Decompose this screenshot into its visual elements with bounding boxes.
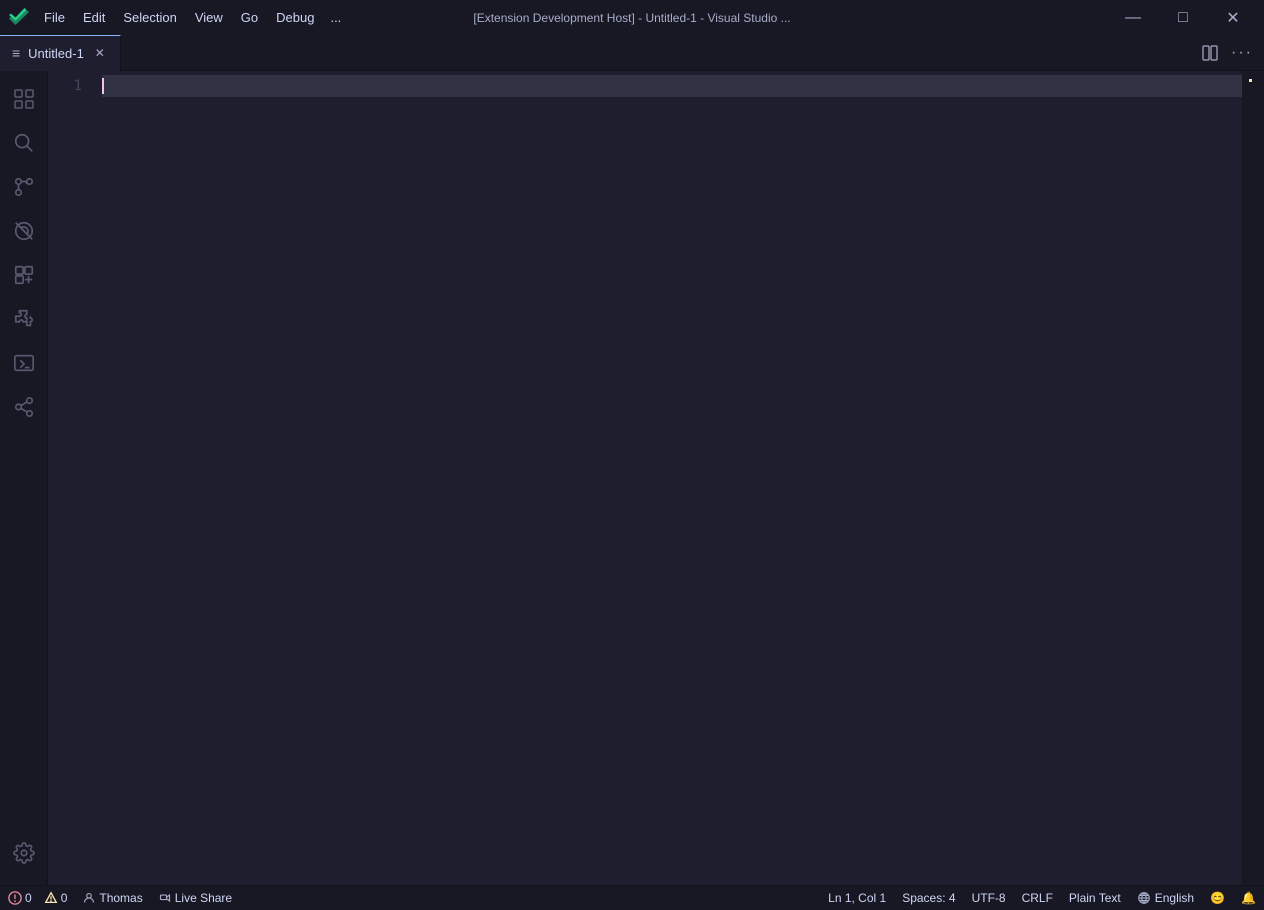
activity-item-source-control[interactable] — [4, 167, 44, 207]
menu-selection[interactable]: Selection — [115, 6, 184, 29]
active-tab[interactable]: ≡ Untitled-1 ✕ — [0, 35, 121, 71]
statusbar-feedback[interactable]: 😊 — [1202, 886, 1233, 910]
more-actions-button[interactable]: ··· — [1228, 39, 1256, 67]
activity-item-extensions[interactable] — [4, 255, 44, 295]
minimap-decoration — [1249, 79, 1252, 82]
vscode-logo — [8, 7, 30, 29]
warning-count: 0 — [44, 891, 68, 905]
activity-item-puzzle[interactable] — [4, 299, 44, 339]
menu-view[interactable]: View — [187, 6, 231, 29]
error-count: 0 — [8, 891, 32, 905]
activity-item-settings[interactable] — [4, 833, 44, 873]
editor-area[interactable]: 1 — [48, 71, 1264, 885]
window-title: [Extension Development Host] - Untitled-… — [473, 11, 790, 25]
minimize-button[interactable]: — — [1110, 0, 1156, 35]
menu-file[interactable]: File — [36, 6, 73, 29]
text-cursor — [102, 78, 104, 94]
split-editor-button[interactable] — [1196, 39, 1224, 67]
window-controls: — □ ✕ — [1110, 0, 1256, 35]
active-line — [102, 75, 1242, 97]
statusbar-errors[interactable]: 0 0 — [0, 886, 75, 910]
maximize-button[interactable]: □ — [1160, 0, 1206, 35]
minimap — [1242, 71, 1254, 885]
statusbar-left: 0 0 Thomas Liv — [0, 886, 240, 910]
tab-file-icon: ≡ — [12, 45, 20, 61]
activity-item-share[interactable] — [4, 387, 44, 427]
statusbar-notifications[interactable]: 🔔 — [1233, 886, 1264, 910]
activity-item-search[interactable] — [4, 123, 44, 163]
titlebar: File Edit Selection View Go Debug ... [E… — [0, 0, 1264, 35]
activity-item-terminal[interactable] — [4, 343, 44, 383]
tab-name: Untitled-1 — [28, 46, 84, 61]
line-numbers: 1 — [48, 71, 98, 885]
scrollbar[interactable] — [1254, 71, 1264, 885]
statusbar-encoding[interactable]: UTF-8 — [964, 886, 1014, 910]
editor-content: 1 — [48, 71, 1264, 885]
tab-close-button[interactable]: ✕ — [92, 45, 108, 61]
statusbar-position[interactable]: Ln 1, Col 1 — [820, 886, 894, 910]
statusbar-right: Ln 1, Col 1 Spaces: 4 UTF-8 CRLF Plain T… — [820, 886, 1264, 910]
activity-item-explorer[interactable] — [4, 79, 44, 119]
menu-edit[interactable]: Edit — [75, 6, 113, 29]
tabsbar: ≡ Untitled-1 ✕ ··· — [0, 35, 1264, 71]
statusbar-english[interactable]: English — [1129, 886, 1202, 910]
editor-text[interactable] — [98, 71, 1242, 885]
statusbar-language[interactable]: Plain Text — [1061, 886, 1129, 910]
statusbar-eol[interactable]: CRLF — [1014, 886, 1061, 910]
activity-item-remote[interactable] — [4, 211, 44, 251]
menu-debug[interactable]: Debug — [268, 6, 322, 29]
tabsbar-actions: ··· — [1196, 39, 1264, 67]
statusbar-spaces[interactable]: Spaces: 4 — [894, 886, 963, 910]
close-button[interactable]: ✕ — [1210, 0, 1256, 35]
activitybar — [0, 71, 48, 885]
line-number-1: 1 — [48, 75, 82, 97]
statusbar-user[interactable]: Thomas — [75, 886, 150, 910]
titlebar-left: File Edit Selection View Go Debug ... — [8, 6, 347, 29]
menu-go[interactable]: Go — [233, 6, 266, 29]
statusbar-liveshare[interactable]: Live Share — [151, 886, 240, 910]
titlebar-menu: File Edit Selection View Go Debug ... — [36, 6, 347, 29]
menu-more[interactable]: ... — [324, 6, 347, 29]
main-content: 1 — [0, 71, 1264, 885]
statusbar: 0 0 Thomas Liv — [0, 885, 1264, 910]
